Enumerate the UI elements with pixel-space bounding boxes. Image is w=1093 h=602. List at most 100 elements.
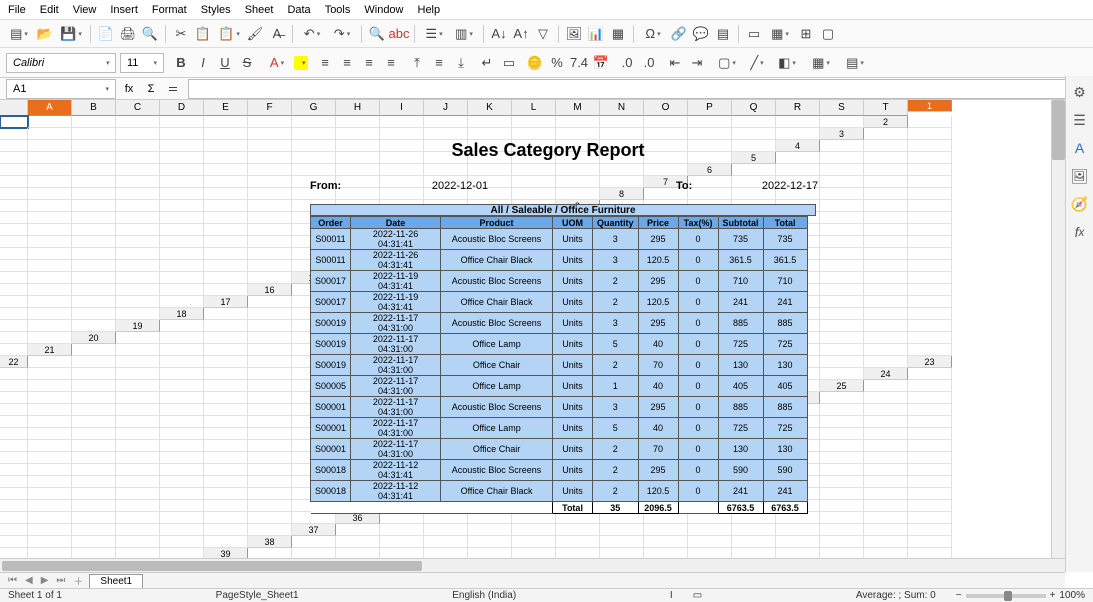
cell[interactable] [204, 188, 248, 200]
new-button[interactable]: ▤ [6, 25, 32, 43]
cell[interactable] [644, 116, 688, 128]
cell[interactable] [336, 452, 380, 464]
cell[interactable] [116, 236, 160, 248]
col-header[interactable]: S [820, 100, 864, 116]
cell[interactable] [380, 320, 424, 332]
add-sheet-button[interactable]: ＋ [71, 573, 85, 588]
cell[interactable] [0, 140, 28, 152]
cell[interactable] [776, 236, 820, 248]
cell[interactable] [908, 476, 952, 488]
cell[interactable] [160, 356, 204, 368]
cell[interactable] [28, 188, 72, 200]
menu-help[interactable]: Help [418, 4, 441, 16]
cell[interactable] [0, 116, 28, 128]
cell[interactable] [336, 284, 380, 296]
cell[interactable] [424, 284, 468, 296]
cell[interactable] [600, 368, 644, 380]
highlight-button[interactable] [294, 56, 308, 70]
cell[interactable] [908, 524, 952, 536]
cell[interactable] [248, 296, 292, 308]
cell[interactable] [204, 200, 248, 212]
cell[interactable] [512, 392, 556, 404]
menu-window[interactable]: Window [364, 4, 403, 16]
cell[interactable] [512, 224, 556, 236]
cell[interactable] [72, 524, 116, 536]
cell[interactable] [116, 464, 160, 476]
cell[interactable] [688, 236, 732, 248]
cell[interactable] [644, 164, 688, 176]
cell[interactable] [248, 440, 292, 452]
cell[interactable] [380, 272, 424, 284]
cell[interactable] [732, 368, 776, 380]
cell[interactable] [908, 332, 952, 344]
cell[interactable] [28, 200, 72, 212]
row-header[interactable]: 26 [776, 392, 820, 404]
cell[interactable] [688, 344, 732, 356]
cell[interactable] [556, 272, 600, 284]
cell[interactable] [556, 116, 600, 128]
cell[interactable] [72, 452, 116, 464]
conditional-button[interactable]: ▤ [842, 54, 868, 72]
cell[interactable] [776, 272, 820, 284]
cell[interactable] [0, 224, 28, 236]
cell[interactable] [644, 236, 688, 248]
cell[interactable] [732, 536, 776, 548]
cell[interactable] [776, 284, 820, 296]
cell[interactable] [908, 284, 952, 296]
row-header[interactable]: 1 [908, 100, 952, 112]
cell[interactable] [820, 392, 864, 404]
cell[interactable] [160, 176, 204, 188]
cell[interactable] [28, 428, 72, 440]
cell[interactable] [512, 188, 556, 200]
cell[interactable] [908, 428, 952, 440]
cell[interactable] [908, 416, 952, 428]
cell[interactable] [424, 320, 468, 332]
cell[interactable] [556, 128, 600, 140]
cell[interactable] [600, 176, 644, 188]
zoom-value[interactable]: 100% [1059, 590, 1085, 601]
cell[interactable] [248, 248, 292, 260]
comment-button[interactable]: 💬 [692, 25, 710, 43]
autoformat-button[interactable]: ▦ [808, 54, 834, 72]
cell[interactable] [776, 200, 820, 212]
cell[interactable] [864, 296, 908, 308]
cell[interactable] [688, 248, 732, 260]
row-header[interactable]: 38 [248, 536, 292, 548]
cell[interactable] [248, 272, 292, 284]
cell[interactable] [688, 188, 732, 200]
cell[interactable] [864, 464, 908, 476]
cell[interactable] [424, 200, 468, 212]
cell[interactable] [0, 260, 28, 272]
cell[interactable] [820, 500, 864, 512]
cell[interactable] [204, 236, 248, 248]
menu-styles[interactable]: Styles [201, 4, 231, 16]
cell[interactable] [688, 296, 732, 308]
cell[interactable] [732, 380, 776, 392]
cell[interactable] [776, 452, 820, 464]
cell[interactable] [380, 116, 424, 128]
cell[interactable] [820, 488, 864, 500]
cell[interactable] [512, 332, 556, 344]
horizontal-scrollbar[interactable] [0, 558, 1065, 572]
cell[interactable] [72, 152, 116, 164]
cell[interactable] [424, 140, 468, 152]
row-header[interactable]: 24 [864, 368, 908, 380]
cell[interactable] [204, 116, 248, 128]
cell[interactable] [204, 212, 248, 224]
cell[interactable] [424, 212, 468, 224]
cell[interactable] [908, 224, 952, 236]
status-language[interactable]: English (India) [452, 590, 516, 601]
cell[interactable] [28, 176, 72, 188]
status-summary[interactable]: Average: ; Sum: 0 [856, 590, 936, 601]
cell[interactable] [600, 428, 644, 440]
cell[interactable] [292, 200, 336, 212]
cell[interactable] [204, 164, 248, 176]
row-header[interactable]: 29 [644, 428, 688, 440]
cell[interactable] [0, 296, 28, 308]
cell[interactable] [0, 164, 28, 176]
cell[interactable] [424, 512, 468, 524]
cell[interactable] [72, 392, 116, 404]
cell[interactable] [380, 368, 424, 380]
cell[interactable] [204, 428, 248, 440]
align-bottom-button[interactable]: ⤓ [452, 54, 470, 72]
